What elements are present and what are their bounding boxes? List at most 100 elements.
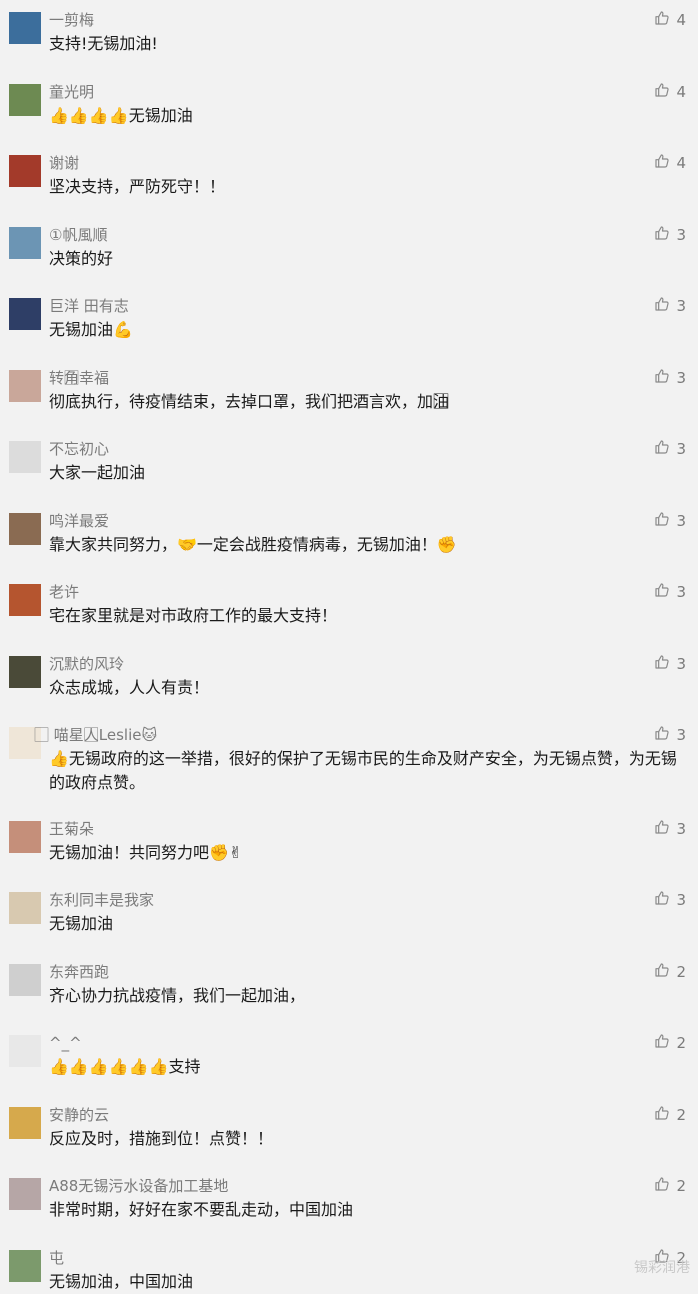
like-count: 3 [676,655,686,673]
comment-text: 坚决支持，严防死守！！ [49,175,689,199]
comment-username[interactable]: 转角⃞幸福 [49,368,109,388]
avatar[interactable] [9,821,41,853]
comment-text: 非常时期，好好在家不要乱走动，中国加油 [49,1198,689,1222]
avatar[interactable] [9,1035,41,1067]
comment-username[interactable]: 谢谢 [49,153,79,173]
comment-text: 反应及时，措施到位！点赞！！ [49,1127,689,1151]
comment-text: 大家一起加油 [49,461,689,485]
like-button[interactable]: 3 [654,368,686,388]
like-count: 4 [676,11,686,29]
thumbs-up-icon [654,890,676,910]
avatar[interactable] [9,155,41,187]
comment-username[interactable]: A88无锡污水设备加工基地 [49,1176,228,1196]
thumbs-up-icon [654,1176,676,1196]
avatar[interactable] [9,1178,41,1210]
comment-text: 无锡加油💪 [49,318,689,342]
like-count: 4 [676,83,686,101]
thumbs-up-icon [654,225,676,245]
watermark: 锡彩润港 [634,1257,690,1277]
comment-text: 👍👍👍👍👍👍支持 [49,1055,689,1079]
like-count: 3 [676,297,686,315]
like-button[interactable]: 2 [654,962,686,982]
thumbs-up-icon [654,10,676,30]
avatar[interactable] [9,727,41,759]
comment-username[interactable]: 沉默的风玲 [49,654,124,674]
avatar[interactable] [9,656,41,688]
comment-username[interactable]: 不忘初心 [49,439,109,459]
avatar[interactable] [9,12,41,44]
like-count: 2 [676,1106,686,1124]
like-count: 2 [676,1034,686,1052]
comment-username[interactable]: ^_^ [49,1033,82,1053]
thumbs-up-icon [654,511,676,531]
like-button[interactable]: 2 [654,1033,686,1053]
comment-username[interactable]: 老许 [49,582,79,602]
thumbs-up-icon [654,819,676,839]
avatar[interactable] [9,513,41,545]
like-button[interactable]: 3 [654,654,686,674]
like-count: 3 [676,440,686,458]
like-button[interactable]: 3 [654,890,686,910]
thumbs-up-icon [654,582,676,602]
comment-username[interactable]: ①帆風順 [49,225,107,245]
comment-username[interactable]: 一剪梅 [49,10,94,30]
like-count: 3 [676,891,686,909]
avatar[interactable] [9,584,41,616]
comment-text: 👍无锡政府的这一举措，很好的保护了无锡市民的生命及财产安全，为无锡点赞，为无锡的… [49,747,689,795]
comment-username[interactable]: 巨洋 田有志 [49,296,129,316]
comment-username[interactable]: 东利同丰是我家 [49,890,154,910]
comment-username[interactable]: 鸣洋最爱 [49,511,109,531]
thumbs-up-icon [654,368,676,388]
thumbs-up-icon [654,654,676,674]
comment-text: 决策的好 [49,247,689,271]
avatar[interactable] [9,892,41,924]
like-count: 4 [676,154,686,172]
avatar[interactable] [9,1250,41,1282]
like-count: 3 [676,583,686,601]
like-count: 2 [676,1177,686,1195]
thumbs-up-icon [654,296,676,316]
comment-text: 无锡加油 [49,912,689,936]
avatar[interactable] [9,298,41,330]
thumbs-up-icon [654,1033,676,1053]
like-count: 3 [676,512,686,530]
comment-username[interactable]: 屯 [49,1248,64,1268]
comment-text: 宅在家里就是对市政府工作的最大支持！ [49,604,689,628]
comment-username[interactable]: 童光明 [49,82,94,102]
like-button[interactable]: 4 [654,10,686,30]
comment-text: 靠大家共同努力，🤝一定会战胜疫情病毒，无锡加油！✊ [49,533,689,557]
comment-text: 众志成城，人人有责！ [49,676,689,700]
like-button[interactable]: 3 [654,225,686,245]
comment-text: 无锡加油！共同努力吧✊✌ [49,841,689,865]
comment-username[interactable]: 王菊朵 [49,819,94,839]
avatar[interactable] [9,1107,41,1139]
avatar[interactable] [9,441,41,473]
like-button[interactable]: 3 [654,819,686,839]
thumbs-up-icon [654,962,676,982]
comment-username[interactable]: ⃞ 喵星人⃞⃞Leslie🐱 [49,725,157,745]
avatar[interactable] [9,227,41,259]
avatar[interactable] [9,84,41,116]
thumbs-up-icon [654,439,676,459]
thumbs-up-icon [654,82,676,102]
thumbs-up-icon [654,725,676,745]
like-button[interactable]: 3 [654,439,686,459]
comment-text: 齐心协力抗战疫情，我们一起加油， [49,984,689,1008]
comment-username[interactable]: 安静的云 [49,1105,109,1125]
avatar[interactable] [9,370,41,402]
like-count: 3 [676,820,686,838]
like-button[interactable]: 3 [654,725,686,745]
like-count: 3 [676,369,686,387]
like-button[interactable]: 3 [654,511,686,531]
like-button[interactable]: 3 [654,296,686,316]
like-button[interactable]: 2 [654,1176,686,1196]
comment-text: 👍👍👍👍无锡加油 [49,104,689,128]
like-button[interactable]: 3 [654,582,686,602]
like-count: 2 [676,963,686,981]
like-button[interactable]: 4 [654,153,686,173]
comment-text: 无锡加油，中国加油 [49,1270,689,1294]
like-button[interactable]: 4 [654,82,686,102]
avatar[interactable] [9,964,41,996]
comment-username[interactable]: 东奔西跑 [49,962,109,982]
like-button[interactable]: 2 [654,1105,686,1125]
